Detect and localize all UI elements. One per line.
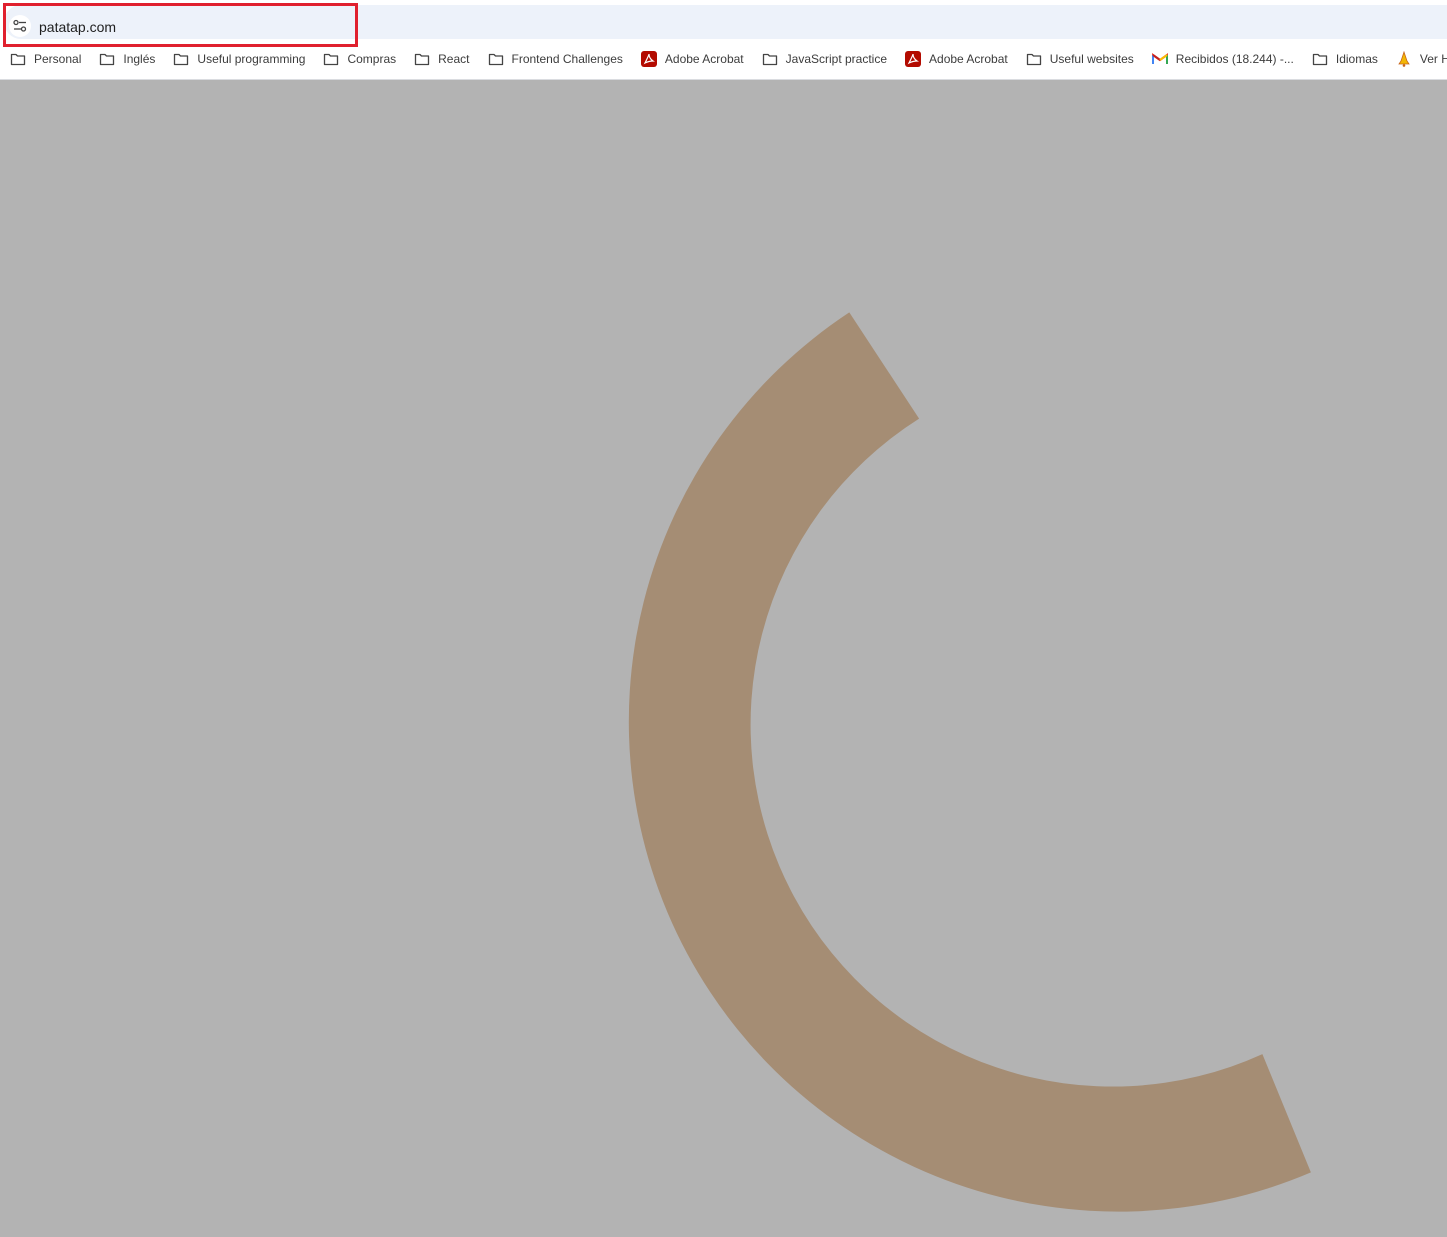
bookmark-item[interactable]: Personal — [0, 46, 89, 72]
bookmark-label: Adobe Acrobat — [929, 52, 1008, 66]
bookmark-item[interactable]: Frontend Challenges — [478, 46, 631, 72]
folder-icon — [488, 51, 504, 67]
bookmark-label: Inglés — [123, 52, 156, 66]
bookmark-item[interactable]: Adobe Acrobat — [631, 46, 752, 72]
bookmark-label: Personal — [34, 52, 82, 66]
bookmark-label: Frontend Challenges — [511, 52, 623, 66]
address-bar[interactable]: patatap.com — [4, 5, 1447, 39]
bookmarks-bar: Personal Inglés Useful programming Compras R… — [0, 46, 1447, 72]
bell-icon — [1396, 51, 1412, 67]
bookmark-label: Recibidos (18.244) -... — [1175, 52, 1294, 66]
animated-arc-shape — [628, 312, 1311, 1212]
bookmark-item[interactable]: React — [404, 46, 477, 72]
bookmark-item[interactable]: Useful websites — [1016, 46, 1142, 72]
bookmark-label: JavaScript practice — [785, 52, 888, 66]
folder-icon — [414, 51, 430, 67]
folder-icon — [173, 51, 189, 67]
folder-icon — [323, 51, 339, 67]
url-text[interactable]: patatap.com — [39, 18, 116, 36]
bookmark-item[interactable]: Ver Hora — [1386, 46, 1447, 72]
bookmark-item[interactable]: Adobe Acrobat — [895, 46, 1016, 72]
bookmark-label: Idiomas — [1335, 52, 1378, 66]
bookmark-item[interactable]: JavaScript practice — [752, 46, 895, 72]
folder-icon — [762, 51, 778, 67]
bookmark-label: React — [438, 52, 470, 66]
bookmark-item[interactable]: Inglés — [89, 46, 163, 72]
site-info-icon[interactable] — [9, 15, 31, 37]
browser-toolbar: patatap.com Personal Inglés Useful program… — [0, 0, 1447, 80]
gmail-icon — [1151, 51, 1168, 67]
canvas-svg — [628, 312, 1311, 1212]
bookmark-label: Useful programming — [197, 52, 306, 66]
page-canvas[interactable] — [0, 80, 1447, 1232]
folder-icon — [99, 51, 115, 67]
bookmark-item[interactable]: Idiomas — [1302, 46, 1386, 72]
bookmark-label: Useful websites — [1049, 52, 1134, 66]
folder-icon — [1312, 51, 1328, 67]
bookmark-item[interactable]: Compras — [313, 46, 404, 72]
folder-icon — [10, 51, 26, 67]
folder-icon — [1026, 51, 1042, 67]
bookmark-label: Ver Hora — [1419, 52, 1447, 66]
bookmark-item[interactable]: Useful programming — [163, 46, 313, 72]
acrobat-icon — [905, 51, 922, 67]
acrobat-icon — [640, 51, 657, 67]
bookmark-label: Compras — [347, 52, 397, 66]
bookmark-item[interactable]: Recibidos (18.244) -... — [1142, 46, 1302, 72]
bookmark-label: Adobe Acrobat — [664, 52, 744, 66]
